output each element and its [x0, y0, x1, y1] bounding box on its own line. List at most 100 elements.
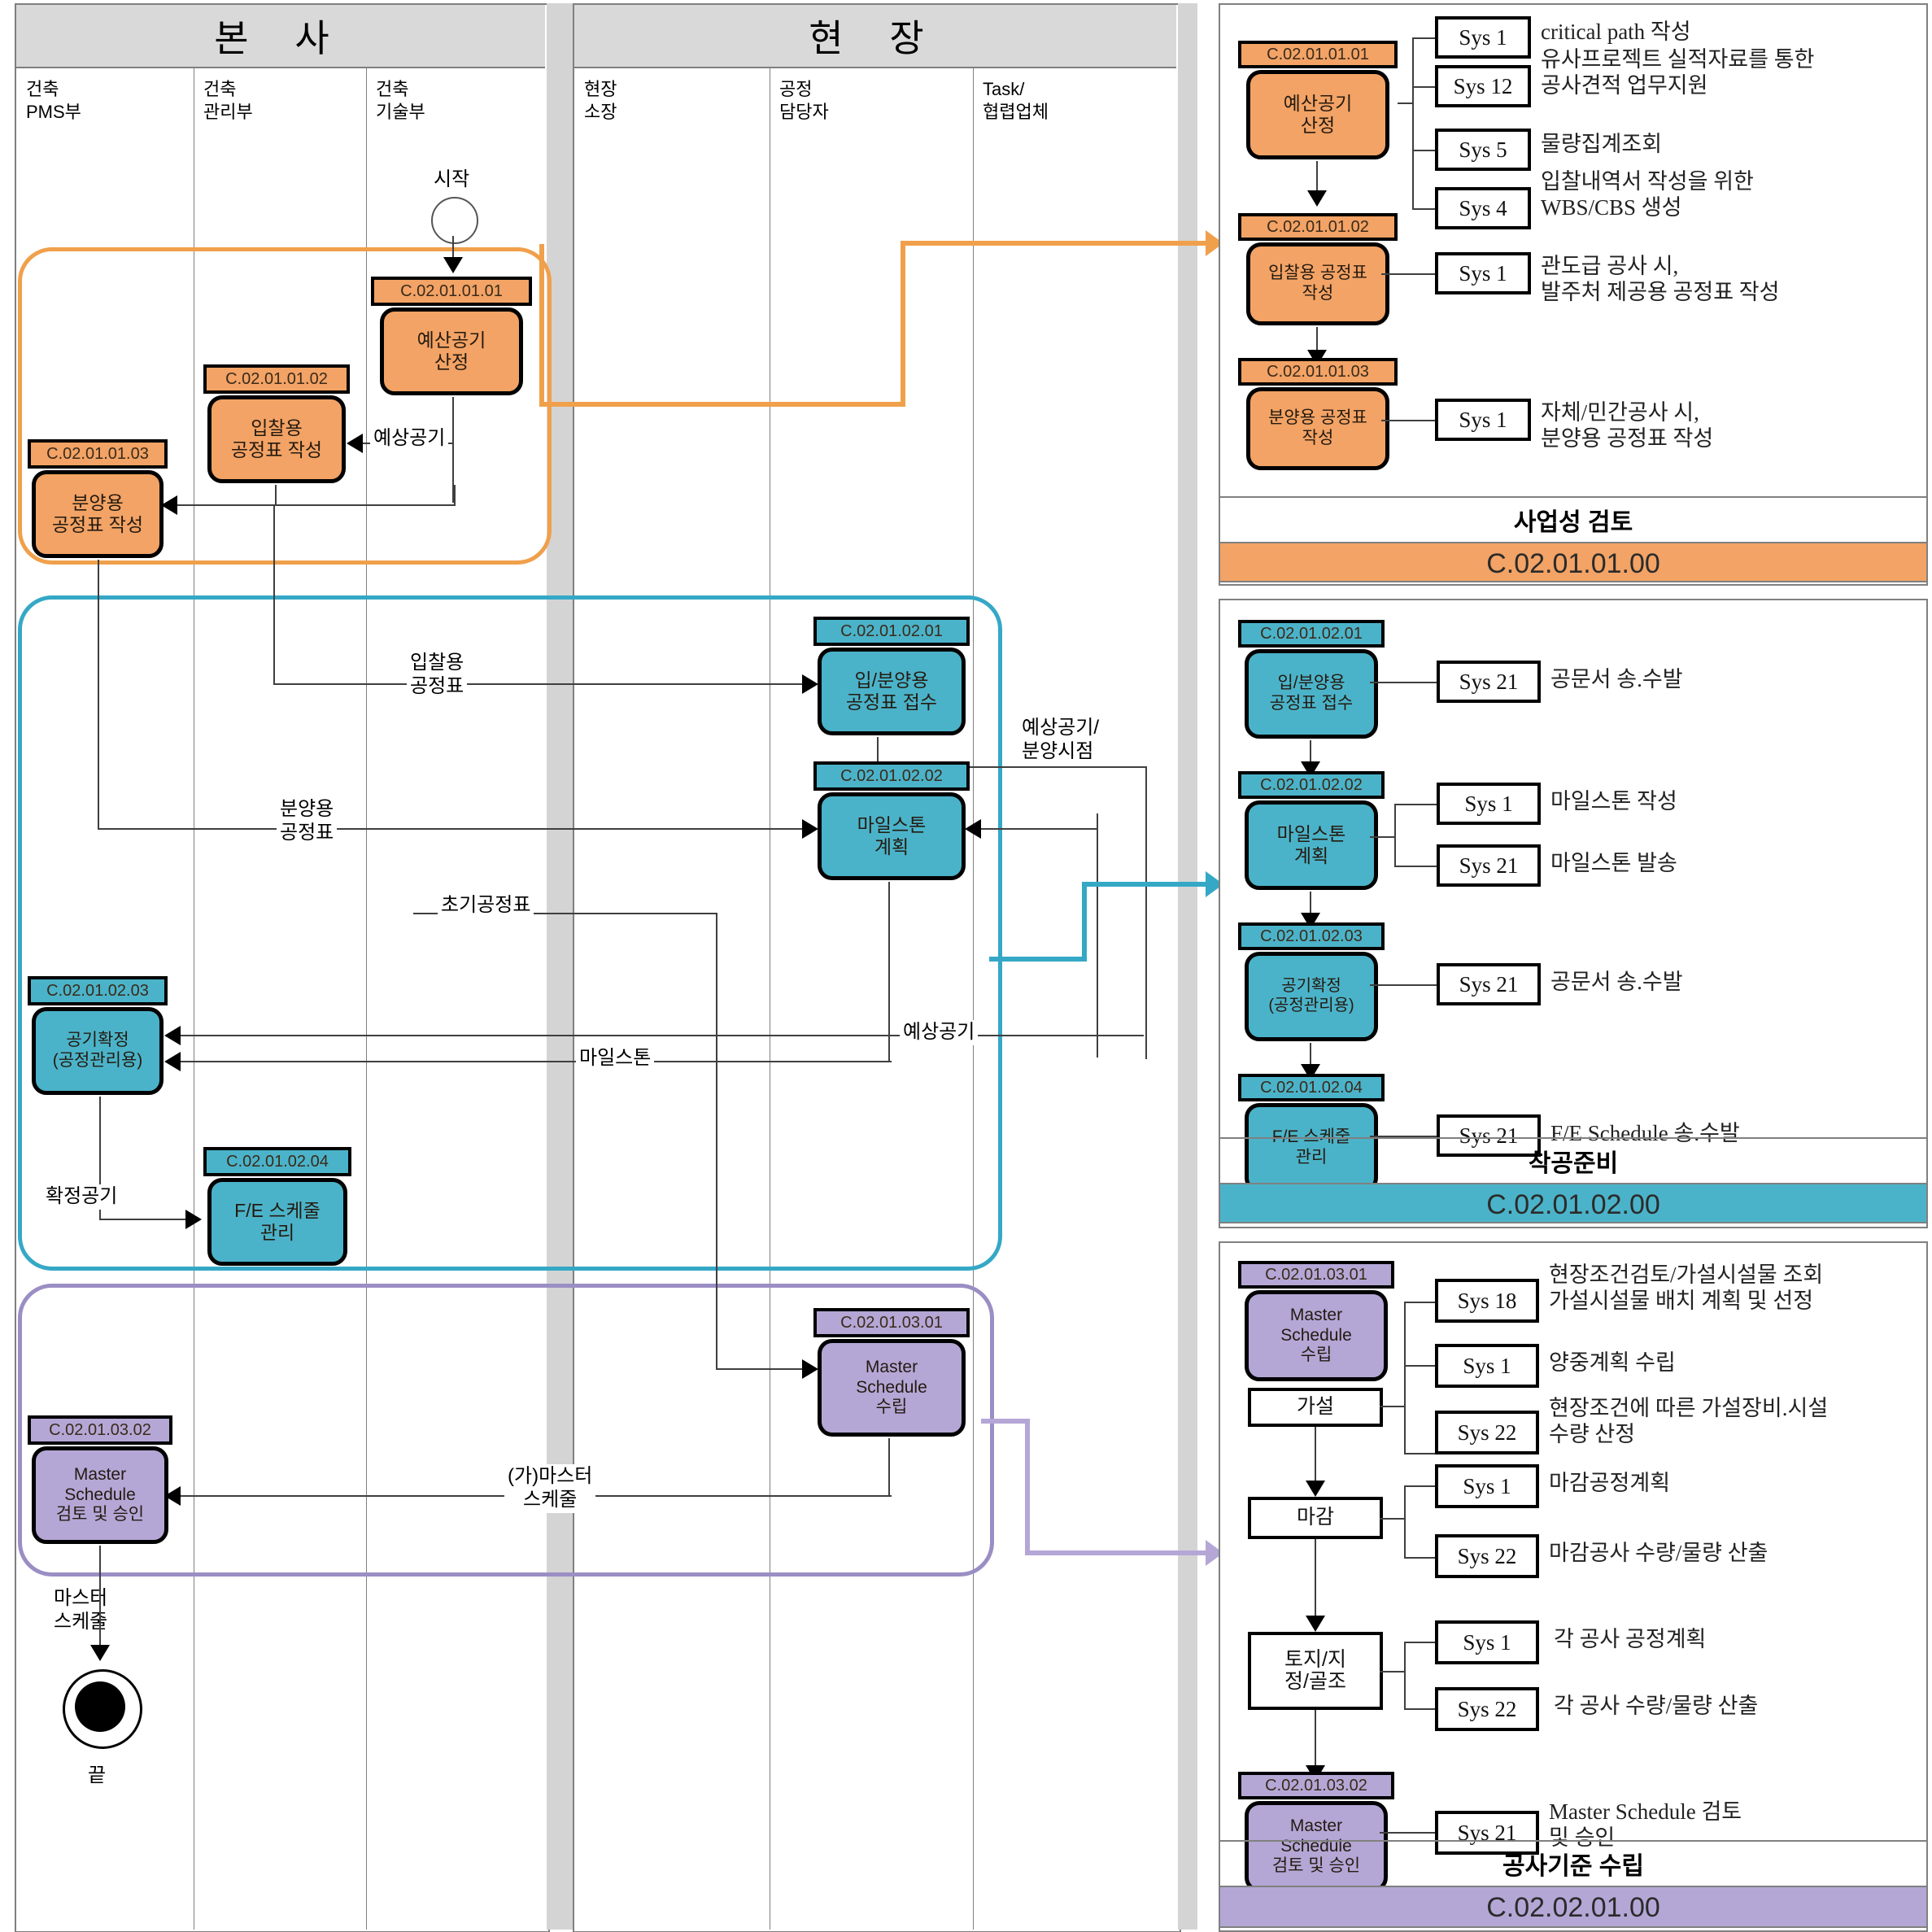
panel-purple-sys-7[interactable]: Sys 22	[1435, 1687, 1539, 1731]
edge-milestone-v	[888, 882, 890, 1061]
panel-blue-sys-3[interactable]: Sys 21	[1437, 844, 1541, 887]
panel-orange-sys-3[interactable]: Sys 5	[1435, 129, 1531, 171]
flow-node-n6[interactable]: C.02.01.02.03 공기확정 (공정관리용)	[28, 976, 168, 1097]
flow-node-n8-code: C.02.01.03.01	[813, 1308, 970, 1337]
panel-purple-desc-7: 각 공사 수량/물량 산출	[1554, 1694, 1759, 1718]
phase-link-blue-v	[1082, 882, 1087, 960]
phase-link-orange-h2	[901, 241, 1208, 246]
panel-purple-plain-scaffold[interactable]: 가설	[1248, 1388, 1383, 1427]
panel-blue-node-2-link-b	[1394, 866, 1437, 867]
edge-label-sale-schedule: 분양용 공정표	[277, 797, 338, 846]
edge-label-expected-term-2: 예상공기	[900, 1020, 979, 1045]
edge-sale-point-v2	[1097, 813, 1098, 1058]
panel-orange-sys-2[interactable]: Sys 12	[1435, 65, 1531, 107]
panel-purple-scaffold-link	[1380, 1406, 1406, 1407]
phase-link-orange-v	[539, 244, 544, 407]
panel-orange-node-1-link-s4	[1412, 208, 1437, 210]
panel-orange-node-1-label: 예산공기 산정	[1246, 70, 1389, 159]
panel-blue-sys-4[interactable]: Sys 21	[1437, 963, 1541, 1005]
panel-orange-sys-6[interactable]: Sys 1	[1435, 399, 1531, 441]
flow-node-n5[interactable]: C.02.01.02.02 마일스톤 계획	[813, 761, 970, 882]
panel-orange-node-1-branch-h0	[1398, 102, 1414, 104]
flow-node-n1[interactable]: C.02.01.01.01 예산공기 산정	[371, 277, 532, 397]
panel-blue-node-2-label: 마일스톤 계획	[1245, 800, 1378, 890]
flow-node-n7[interactable]: C.02.01.02.04 F/E 스케줄 관리	[203, 1147, 351, 1267]
phase-link-orange-v2	[901, 241, 905, 403]
panel-purple-sys-3[interactable]: Sys 22	[1435, 1411, 1539, 1454]
panel-orange-node-3-link	[1381, 420, 1437, 421]
panel-orange-desc-5: 관도급 공사 시, 발주처 제공용 공정표 작성	[1541, 254, 1780, 304]
flow-node-n4-code: C.02.01.02.01	[813, 617, 970, 646]
panel-orange-arrow-1	[1307, 190, 1327, 207]
edge-initial-schedule-v1	[716, 913, 717, 1368]
lane-label-task-partner: Task/ 협렵업체	[983, 79, 1049, 122]
panel-blue-node-2-code: C.02.01.02.02	[1238, 771, 1385, 799]
panel-orange-node-1[interactable]: C.02.01.01.01 예산공기 산정	[1238, 41, 1398, 161]
flow-node-n5-label: 마일스톤 계획	[818, 792, 966, 880]
panel-purple-plain-ground[interactable]: 토지/지 정/골조	[1248, 1632, 1383, 1710]
flow-node-n9-code: C.02.01.03.02	[28, 1415, 172, 1445]
end-label: 끝	[88, 1764, 107, 1786]
panel-orange-sys-5[interactable]: Sys 1	[1435, 252, 1531, 294]
panel-orange-node-2[interactable]: C.02.01.01.02 입찰용 공정표 작성	[1238, 213, 1398, 327]
panel-purple-ground-link-b	[1404, 1708, 1437, 1710]
panel-blue-node-2[interactable]: C.02.01.02.02 마일스톤 계획	[1238, 771, 1385, 892]
panel-blue-node-2-link-a	[1394, 804, 1437, 805]
panel-orange-node-1-branch-v	[1412, 37, 1414, 210]
flow-node-n9[interactable]: C.02.01.03.02 Master Schedule 검토 및 승인	[28, 1415, 172, 1546]
flow-node-n4-label: 입/분양용 공정표 접수	[818, 648, 966, 735]
panel-purple-finish-link	[1380, 1518, 1406, 1520]
panel-blue-desc-2: 마일스톤 작성	[1550, 789, 1677, 813]
edge-label-expected-term-sale-point: 예상공기/ 분양시점	[1018, 716, 1102, 765]
panel-orange-node-1-code: C.02.01.01.01	[1238, 41, 1398, 68]
arrow-fixed-term-to-n7	[185, 1210, 202, 1229]
edge-n2-to-n3	[172, 504, 456, 506]
flow-node-n2[interactable]: C.02.01.01.02 입찰용 공정표 작성	[203, 364, 350, 485]
panel-blue-node-2-link	[1370, 836, 1396, 838]
flow-node-n4[interactable]: C.02.01.02.01 입/분양용 공정표 접수	[813, 617, 970, 737]
panel-purple-plain-finish[interactable]: 마감	[1248, 1497, 1383, 1539]
panel-purple-ground-link-a	[1404, 1642, 1437, 1643]
panel-purple-sys-1[interactable]: Sys 18	[1435, 1279, 1539, 1323]
panel-blue-title: 착공준비	[1220, 1137, 1926, 1183]
panel-orange-sys-4[interactable]: Sys 4	[1435, 187, 1531, 229]
panel-purple-desc-3: 현장조건에 따른 가설장비.시설 수량 산정	[1549, 1396, 1829, 1446]
panel-orange-node-3[interactable]: C.02.01.01.03 분양용 공정표 작성	[1238, 358, 1398, 472]
panel-purple-finish-link-b	[1404, 1557, 1437, 1559]
panel-orange: C.02.01.01.01 예산공기 산정 Sys 1 critical pat…	[1219, 3, 1928, 586]
panel-purple-sys-4[interactable]: Sys 1	[1435, 1464, 1539, 1508]
panel-purple-scaffold-link-b	[1404, 1453, 1437, 1454]
flow-node-n8[interactable]: C.02.01.03.01 Master Schedule 수립	[813, 1308, 970, 1438]
edge-label-master-schedule: 마스터 스케줄	[50, 1586, 111, 1635]
panel-purple-sys-6[interactable]: Sys 1	[1435, 1620, 1539, 1664]
panel-blue-node-3-code: C.02.01.02.03	[1238, 922, 1385, 950]
panel-purple-node-5-code: C.02.01.03.02	[1238, 1772, 1394, 1799]
panel-orange-desc-3: 물량집계조회	[1541, 132, 1663, 156]
flow-node-n6-code: C.02.01.02.03	[28, 976, 168, 1005]
panel-orange-node-1-link-s2	[1412, 86, 1437, 88]
panel-purple-node-1[interactable]: C.02.01.03.01 Master Schedule 수립	[1238, 1261, 1394, 1383]
edge-milestone-h	[176, 1061, 892, 1062]
right-strip-separator	[1178, 3, 1197, 1930]
panel-blue: C.02.01.02.01 입/분양용 공정표 접수 Sys 21 공문서 송.…	[1219, 599, 1928, 1228]
panel-orange-sys-1[interactable]: Sys 1	[1435, 16, 1531, 59]
panel-blue-node-1-label: 입/분양용 공정표 접수	[1245, 649, 1378, 739]
panel-blue-sys-1[interactable]: Sys 21	[1437, 661, 1541, 703]
edge-expected-term2-h	[176, 1035, 1144, 1036]
panel-blue-sys-2[interactable]: Sys 1	[1437, 783, 1541, 825]
process-diagram-page: 본 사 건축 PMS부 건축 관리부 건축 기술부 현 장 현장 소장 공정 담…	[0, 0, 1932, 1932]
panel-blue-node-3-link	[1370, 984, 1438, 986]
panel-orange-code: C.02.01.01.00	[1220, 542, 1926, 582]
panel-purple-node-1-label: Master Schedule 수립	[1245, 1290, 1388, 1381]
flow-node-n7-code: C.02.01.02.04	[203, 1147, 351, 1176]
panel-blue-code: C.02.01.02.00	[1220, 1183, 1926, 1223]
panel-blue-node-1[interactable]: C.02.01.02.01 입/분양용 공정표 접수	[1238, 620, 1385, 740]
edge-n2-down	[275, 485, 277, 504]
panel-orange-node-2-code: C.02.01.01.02	[1238, 213, 1398, 241]
panel-orange-desc-4: 입찰내역서 작성을 위한 WBS/CBS 생성	[1541, 169, 1754, 220]
panel-purple-sys-5[interactable]: Sys 22	[1435, 1534, 1539, 1578]
phase-link-orange-h1	[539, 402, 905, 407]
flow-node-n3[interactable]: C.02.01.01.03 분양용 공정표 작성	[28, 439, 168, 560]
panel-blue-node-3[interactable]: C.02.01.02.03 공기확정 (공정관리용)	[1238, 922, 1385, 1043]
panel-purple-sys-2[interactable]: Sys 1	[1435, 1344, 1539, 1388]
